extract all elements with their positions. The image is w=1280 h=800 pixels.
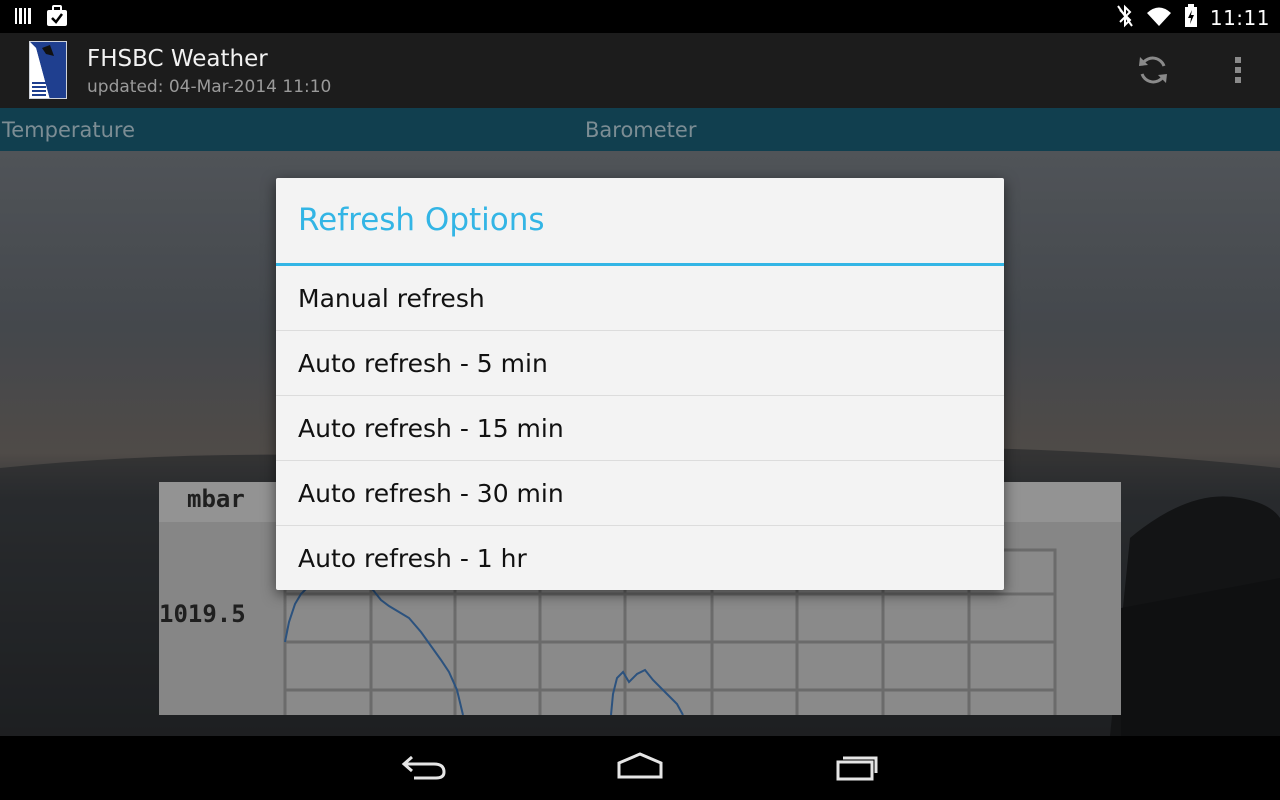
battery-icon [1184, 4, 1198, 32]
app-logo-icon[interactable] [29, 41, 67, 99]
option-auto-refresh-1-hr[interactable]: Auto refresh - 1 hr [276, 526, 1004, 591]
last-updated-subtitle: updated: 04-Mar-2014 11:10 [87, 77, 332, 97]
option-auto-refresh-5-min[interactable]: Auto refresh - 5 min [276, 331, 1004, 396]
overflow-menu-button[interactable] [1218, 51, 1258, 93]
status-clock: 11:11 [1209, 6, 1270, 30]
action-bar: FHSBC Weather updated: 04-Mar-2014 11:10 [0, 33, 1280, 108]
back-icon [400, 751, 448, 785]
refresh-options-dialog: Refresh Options Manual refresh Auto refr… [276, 178, 1004, 590]
recents-icon [832, 751, 882, 785]
bluetooth-off-icon [1116, 4, 1134, 32]
barcode-icon [14, 6, 32, 30]
app-title: FHSBC Weather [87, 46, 268, 72]
status-bar: 11:11 [0, 0, 1280, 33]
back-button[interactable] [394, 750, 454, 786]
refresh-icon [1136, 53, 1170, 91]
refresh-option-list: Manual refresh Auto refresh - 5 min Auto… [276, 266, 1004, 591]
status-system-icons: 11:11 [1116, 4, 1270, 32]
home-button[interactable] [610, 750, 670, 786]
status-notification-icons [14, 5, 68, 31]
wifi-icon [1146, 5, 1172, 31]
option-manual-refresh[interactable]: Manual refresh [276, 266, 1004, 331]
system-navigation-bar [0, 736, 1280, 800]
recents-button[interactable] [827, 750, 887, 786]
overflow-menu-icon [1234, 55, 1242, 89]
device-screen: 11:11 FHSBC Weather updated: 04-Mar-2014… [0, 0, 1280, 800]
option-auto-refresh-30-min[interactable]: Auto refresh - 30 min [276, 461, 1004, 526]
dialog-title: Refresh Options [298, 202, 545, 238]
option-auto-refresh-15-min[interactable]: Auto refresh - 15 min [276, 396, 1004, 461]
home-icon [615, 751, 665, 785]
refresh-button[interactable] [1132, 51, 1174, 93]
briefcase-check-icon [46, 5, 68, 31]
